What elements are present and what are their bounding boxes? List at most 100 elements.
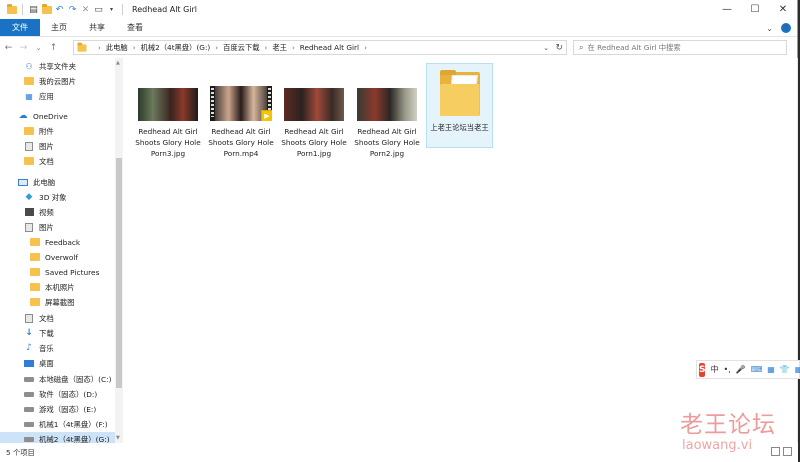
ime-language-toggle[interactable]: 中: [710, 364, 718, 375]
tab-file[interactable]: 文件: [0, 19, 40, 36]
file-item-porn1-jpg[interactable]: Redhead Alt Girl Shoots Glory Hole Porn1…: [281, 88, 347, 159]
sidebar-item-label: 桌面: [39, 358, 54, 368]
forward-button[interactable]: →: [17, 41, 30, 55]
sidebar-item-drive-c[interactable]: 本地磁盘（固态）(C:): [0, 372, 115, 386]
address-bar[interactable]: › 此电脑 › 机械2（4t黑盘）(G:) › 百度云下载 › 老王 › Red…: [73, 40, 567, 55]
sidebar-item-screenshots[interactable]: 屏幕截图: [0, 295, 115, 309]
file-item-porn-mp4[interactable]: ▶ Redhead Alt Girl Shoots Glory Hole Por…: [208, 86, 274, 159]
expand-ribbon-icon[interactable]: ⌄: [766, 24, 773, 33]
sidebar-item-desktop[interactable]: 桌面: [0, 356, 115, 370]
large-icons-view-icon[interactable]: [783, 447, 792, 456]
maximize-button[interactable]: ☐: [741, 0, 769, 19]
chevron-right-icon[interactable]: ›: [364, 44, 367, 52]
sidebar-item-attachments[interactable]: 附件: [0, 124, 115, 138]
folder-icon: [24, 157, 34, 166]
sidebar-item-label: 应用: [39, 91, 54, 101]
folder-icon[interactable]: [6, 3, 17, 16]
search-icon: ⌕: [579, 42, 584, 52]
file-list: Redhead Alt Girl Shoots Glory Hole Porn3…: [124, 58, 798, 443]
customize-qat-icon[interactable]: ▾: [106, 4, 117, 16]
rename-icon[interactable]: ▭: [93, 4, 104, 16]
toolbox-icon[interactable]: ▦: [795, 365, 800, 374]
sidebar-item-documents[interactable]: 文档: [0, 311, 115, 325]
music-icon: ♪: [26, 343, 32, 353]
file-item-porn3-jpg[interactable]: Redhead Alt Girl Shoots Glory Hole Porn3…: [135, 88, 201, 159]
address-dropdown-icon[interactable]: ⌄: [543, 41, 549, 54]
sidebar-item-my-cloud-pictures[interactable]: 我的云图片: [0, 74, 115, 88]
quick-access-toolbar: ▤ ↶ ↷ ✕ ▭ ▾: [0, 0, 126, 19]
breadcrumb-drive-g[interactable]: 机械2（4t黑盘）(G:): [141, 43, 211, 53]
sidebar-item-camera-roll[interactable]: 本机照片: [0, 280, 115, 294]
breadcrumb-this-pc[interactable]: 此电脑: [106, 43, 128, 53]
pictures-icon: [24, 222, 34, 232]
search-input[interactable]: [587, 43, 778, 52]
tab-view[interactable]: 查看: [116, 19, 154, 36]
microphone-icon[interactable]: 🎤: [736, 365, 746, 374]
keyboard-icon[interactable]: ⌨: [751, 365, 763, 374]
cloud-icon: ☁: [18, 111, 28, 121]
breadcrumb-current-folder[interactable]: Redhead Alt Girl: [300, 43, 359, 52]
properties-icon[interactable]: ▤: [28, 4, 39, 16]
delete-icon[interactable]: ✕: [80, 4, 91, 16]
close-button[interactable]: ✕: [769, 0, 797, 19]
refresh-icon[interactable]: ↻: [555, 41, 563, 54]
ribbon-tabs: 文件 主页 共享 查看 ⌄ ?: [0, 19, 797, 37]
punctuation-toggle[interactable]: •,: [723, 365, 730, 374]
breadcrumb-laowang[interactable]: 老王: [272, 43, 287, 53]
sidebar-item-label: 此电脑: [33, 177, 56, 187]
tab-home[interactable]: 主页: [40, 19, 78, 36]
breadcrumb-baidu-download[interactable]: 百度云下载: [223, 43, 259, 53]
sidebar-item-apps[interactable]: ▦ 应用: [0, 89, 115, 103]
item-count: 5 个项目: [6, 447, 35, 457]
sidebar-item-drive-e[interactable]: 游戏（固态）(E:): [0, 402, 115, 416]
sidebar-item-downloads[interactable]: ↓ 下载: [0, 326, 115, 340]
back-button[interactable]: ←: [2, 41, 15, 55]
chevron-right-icon[interactable]: ›: [292, 44, 295, 52]
scroll-up-icon[interactable]: ▲: [116, 60, 120, 66]
sidebar-item-label: 下载: [39, 328, 54, 338]
scroll-down-icon[interactable]: ▼: [116, 435, 120, 441]
sidebar-item-drive-d[interactable]: 软件（固态）(D:): [0, 387, 115, 401]
chevron-right-icon: ›: [98, 43, 101, 52]
file-name: Redhead Alt Girl Shoots Glory Hole Porn3…: [135, 127, 201, 158]
sidebar-item-label: Overwolf: [45, 252, 78, 262]
scrollbar-thumb[interactable]: [116, 158, 122, 388]
apps-grid-icon[interactable]: ▦: [767, 365, 775, 374]
chevron-right-icon[interactable]: ›: [215, 44, 218, 52]
content-scrollbar[interactable]: [797, 58, 798, 443]
sidebar-scrollbar[interactable]: ▲ ▼: [115, 58, 123, 443]
sidebar-item-videos[interactable]: 视频: [0, 205, 115, 219]
sidebar-item-overwolf[interactable]: Overwolf: [0, 250, 115, 264]
sidebar-item-onedrive[interactable]: ☁ OneDrive: [0, 109, 115, 123]
sidebar-item-label: 我的云图片: [39, 76, 76, 86]
sidebar-item-this-pc[interactable]: 此电脑: [0, 175, 115, 189]
skin-icon[interactable]: 👕: [780, 365, 790, 374]
file-item-folder-laowang[interactable]: 上老王论坛当老王: [426, 63, 493, 148]
up-button[interactable]: ↑: [47, 41, 60, 55]
recent-locations-button[interactable]: ⌄: [32, 41, 45, 55]
sidebar-item-feedback[interactable]: Feedback: [0, 235, 115, 249]
help-icon[interactable]: ?: [781, 23, 791, 33]
minimize-button[interactable]: —: [713, 0, 741, 19]
sidebar-item-onedrive-pictures[interactable]: 图片: [0, 139, 115, 153]
sidebar-item-3d-objects[interactable]: ◆ 3D 对象: [0, 190, 115, 204]
sidebar-item-shared-folder[interactable]: ⚇ 共享文件夹: [0, 59, 115, 73]
explorer-window: ▤ ↶ ↷ ✕ ▭ ▾ Redhead Alt Girl — ☐ ✕ 文件 主页…: [0, 0, 798, 462]
tab-share[interactable]: 共享: [78, 19, 116, 36]
undo-icon[interactable]: ↶: [54, 4, 65, 16]
new-folder-icon[interactable]: [41, 3, 52, 16]
sidebar-item-drive-f[interactable]: 机械1（4t黑盘）(F:): [0, 417, 115, 431]
sidebar-item-drive-g[interactable]: 机械2（4t黑盘）(G:): [0, 432, 115, 443]
redo-icon[interactable]: ↷: [67, 4, 78, 16]
chevron-right-icon[interactable]: ›: [133, 44, 136, 52]
pictures-icon: [24, 141, 34, 151]
sidebar-item-music[interactable]: ♪ 音乐: [0, 341, 115, 355]
sidebar-item-saved-pictures[interactable]: Saved Pictures: [0, 265, 115, 279]
details-view-icon[interactable]: [771, 447, 780, 456]
sidebar-item-onedrive-documents[interactable]: 文档: [0, 154, 115, 168]
file-item-porn2-jpg[interactable]: Redhead Alt Girl Shoots Glory Hole Porn2…: [354, 88, 420, 159]
sidebar-item-pictures[interactable]: 图片: [0, 220, 115, 234]
search-box[interactable]: ⌕: [573, 40, 787, 55]
chevron-right-icon[interactable]: ›: [265, 44, 268, 52]
sogou-logo-icon[interactable]: S: [699, 362, 706, 377]
